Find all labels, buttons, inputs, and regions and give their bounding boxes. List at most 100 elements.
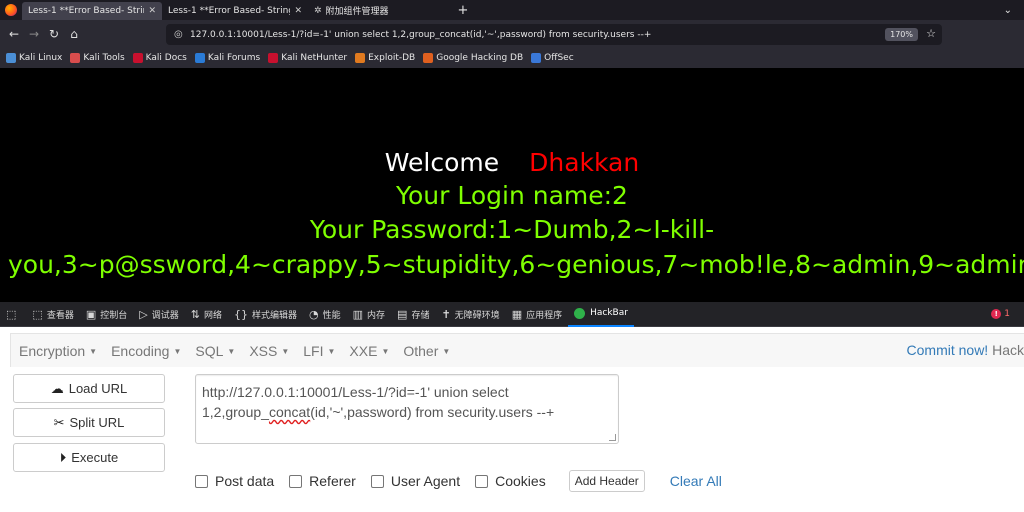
devtools-tab-label: 存储 bbox=[411, 310, 430, 321]
devtools-tab-label: 调试器 bbox=[151, 310, 179, 321]
bookmark-item[interactable]: Kali NetHunter bbox=[268, 53, 347, 63]
devtools-tab-debugger[interactable]: ▷ 调试器 bbox=[133, 302, 184, 327]
play-circle-icon: ⏵ bbox=[59, 449, 67, 465]
menu-xxe[interactable]: XXE ▼ bbox=[349, 343, 389, 359]
tab-addons[interactable]: ✲ 附加组件管理器 bbox=[308, 2, 454, 20]
close-icon[interactable]: ✕ bbox=[148, 6, 156, 16]
devtools-tab-network[interactable]: ⇅ 网络 bbox=[185, 302, 228, 327]
devtools-tab-label: 查看器 bbox=[46, 310, 74, 321]
hackbar-options: Post data Referer User Agent Cookies Add Hea… bbox=[195, 470, 722, 492]
add-header-button[interactable]: Add Header bbox=[568, 470, 645, 492]
bookmark-item[interactable]: Exploit-DB bbox=[355, 53, 415, 63]
checkbox[interactable] bbox=[195, 474, 208, 488]
devtools-tab-style-editor[interactable]: {} 样式编辑器 bbox=[228, 302, 303, 327]
clear-all-link[interactable]: Clear All bbox=[670, 473, 722, 489]
tab-less1[interactable]: Less-1 **Error Based- String ✕ bbox=[162, 2, 308, 20]
bookmark-star-icon[interactable]: ☆ bbox=[926, 27, 936, 40]
welcome-text: Welcome bbox=[384, 148, 500, 177]
bookmark-label: Kali Tools bbox=[83, 53, 125, 63]
url-line-2: 1,2,group_concat(id,'~',password) from s… bbox=[202, 402, 612, 422]
menu-lfi[interactable]: LFI ▼ bbox=[303, 343, 335, 359]
split-url-button[interactable]: ✂ Split URL bbox=[13, 408, 165, 437]
site-info-icon[interactable]: ◎ bbox=[174, 29, 190, 40]
page-content: Welcome Dhakkan Your Login name:2 Your Pa… bbox=[0, 68, 1024, 302]
option-cookies[interactable]: Cookies bbox=[475, 473, 546, 489]
resize-handle[interactable] bbox=[609, 434, 616, 441]
option-label: Referer bbox=[309, 473, 356, 489]
close-icon[interactable]: ✕ bbox=[294, 6, 302, 16]
firefox-icon bbox=[0, 0, 22, 20]
checkbox[interactable] bbox=[475, 474, 489, 488]
menu-other[interactable]: Other ▼ bbox=[403, 343, 450, 359]
forward-icon[interactable]: → bbox=[24, 27, 44, 41]
menu-encoding[interactable]: Encoding ▼ bbox=[111, 343, 181, 359]
devtools-tab-label: 性能 bbox=[322, 310, 341, 321]
load-url-button[interactable]: ☁ Load URL bbox=[13, 374, 165, 403]
bookmark-item[interactable]: Kali Tools bbox=[70, 53, 125, 63]
reload-icon[interactable]: ↻ bbox=[44, 27, 64, 41]
style-editor-icon: {} bbox=[233, 307, 248, 321]
devtools-tab-console[interactable]: ▣ 控制台 bbox=[80, 302, 133, 327]
back-icon[interactable]: ← bbox=[4, 27, 24, 41]
scissors-icon: ✂ bbox=[53, 414, 65, 430]
bookmark-item[interactable]: Kali Linux bbox=[6, 53, 62, 63]
new-tab-icon[interactable]: + bbox=[454, 3, 472, 18]
caret-down-icon: ▼ bbox=[89, 347, 98, 357]
option-post-data[interactable]: Post data bbox=[195, 473, 274, 489]
bookmark-item[interactable]: Kali Forums bbox=[194, 53, 260, 63]
application-icon: ▦ bbox=[511, 307, 523, 321]
tab-less1-active[interactable]: Less-1 **Error Based- String ✕ bbox=[22, 1, 162, 20]
bookmark-item[interactable]: Google Hacking DB bbox=[423, 53, 523, 63]
split-url-label: Split URL bbox=[69, 415, 125, 430]
menu-label: XSS bbox=[249, 342, 278, 359]
zoom-badge[interactable]: 170% bbox=[885, 28, 918, 41]
option-user-agent[interactable]: User Agent bbox=[370, 473, 460, 489]
menu-sql[interactable]: SQL ▼ bbox=[195, 343, 235, 359]
bookmark-favicon-icon bbox=[268, 53, 279, 63]
welcome-line: Welcome Dhakkan bbox=[0, 148, 1024, 177]
devtools-tab-inspector[interactable]: ⬚ 查看器 bbox=[26, 302, 79, 327]
devtools-tab-label: HackBar bbox=[590, 308, 628, 318]
url-line-2-pre: 1,2,group_ bbox=[202, 404, 269, 420]
devtools-tab-hackbar[interactable]: HackBar bbox=[568, 302, 634, 327]
bookmark-label: Kali Docs bbox=[145, 53, 187, 63]
option-referer[interactable]: Referer bbox=[289, 473, 356, 489]
bookmark-favicon-icon bbox=[70, 53, 81, 63]
execute-button[interactable]: ⏵ Execute bbox=[13, 443, 165, 472]
bookmark-item[interactable]: OffSec bbox=[531, 53, 574, 63]
home-icon[interactable]: ⌂ bbox=[64, 27, 84, 41]
checkbox[interactable] bbox=[370, 474, 384, 488]
url-textarea[interactable]: http://127.0.0.1:10001/Less-1/?id=-1' un… bbox=[195, 374, 619, 444]
url-line-2-post: (id,'~',password) from security.users --… bbox=[310, 404, 555, 420]
memory-icon: ▥ bbox=[352, 307, 364, 321]
option-label: Cookies bbox=[495, 473, 546, 489]
menu-xss[interactable]: XSS ▼ bbox=[249, 343, 289, 359]
accessibility-icon: ✝ bbox=[441, 307, 451, 321]
bookmark-favicon-icon bbox=[6, 53, 16, 63]
caret-down-icon: ▼ bbox=[381, 347, 390, 357]
caret-down-icon: ▼ bbox=[227, 347, 236, 357]
devtools-tab-memory[interactable]: ▥ 内存 bbox=[347, 302, 391, 327]
hackbar-icon bbox=[574, 307, 586, 319]
network-icon: ⇅ bbox=[190, 307, 200, 321]
menu-encryption[interactable]: Encryption ▼ bbox=[19, 343, 97, 359]
devtools-tab-accessibility[interactable]: ✝ 无障碍环境 bbox=[435, 302, 505, 327]
pick-element-icon[interactable]: ⬚ bbox=[0, 302, 26, 327]
error-count-badge[interactable]: ! 1 bbox=[991, 309, 1010, 319]
devtools-tab-application[interactable]: ▦ 应用程序 bbox=[506, 302, 568, 327]
tab-label: Less-1 **Error Based- String bbox=[28, 5, 145, 16]
devtools-tab-label: 应用程序 bbox=[526, 310, 563, 321]
devtools-tab-performance[interactable]: ◔ 性能 bbox=[303, 302, 347, 327]
bookmark-favicon-icon bbox=[531, 53, 542, 63]
storage-icon: ▤ bbox=[397, 307, 408, 321]
commit-link[interactable]: Commit now! Hack bbox=[907, 342, 1024, 358]
address-bar[interactable]: ◎ 127.0.0.1:10001/Less-1/?id=-1' union s… bbox=[166, 24, 942, 45]
bookmark-label: OffSec bbox=[544, 53, 574, 63]
caret-down-icon: ▼ bbox=[173, 347, 182, 357]
bookmark-item[interactable]: Kali Docs bbox=[132, 53, 187, 63]
devtools-tab-storage[interactable]: ▤ 存储 bbox=[391, 302, 435, 327]
chevron-down-icon[interactable]: ⌄ bbox=[1004, 5, 1012, 16]
checkbox[interactable] bbox=[289, 474, 303, 488]
devtools-tab-label: 无障碍环境 bbox=[454, 310, 500, 321]
caret-down-icon: ▼ bbox=[442, 347, 451, 357]
